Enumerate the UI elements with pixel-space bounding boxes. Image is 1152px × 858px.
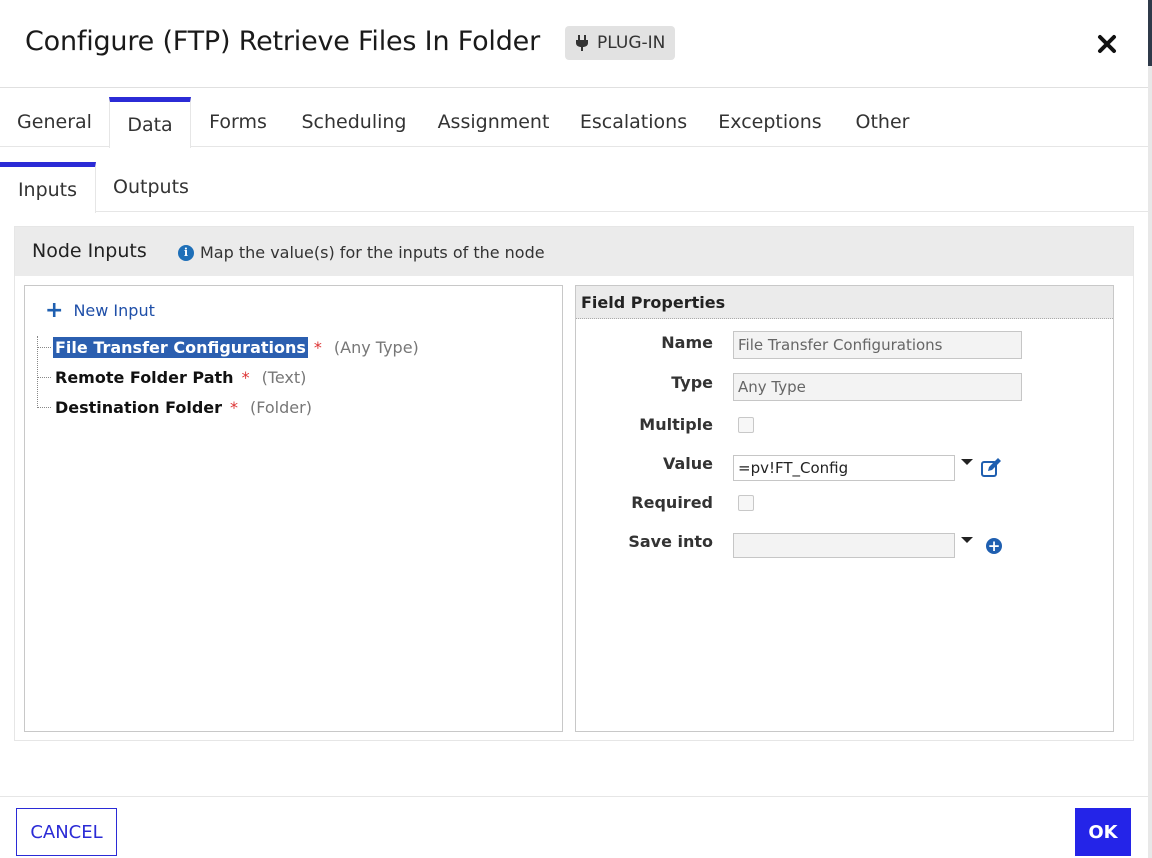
tab-other[interactable]: Other: [837, 97, 928, 147]
sub-tabs: Inputs Outputs: [0, 162, 1148, 213]
multiple-label: Multiple: [639, 415, 713, 434]
close-icon[interactable]: [1095, 32, 1119, 56]
plugin-badge: PLUG-IN: [565, 26, 676, 60]
tree-item-type: (Any Type): [333, 338, 419, 357]
tree-item-name[interactable]: File Transfer Configurations: [53, 337, 308, 358]
node-inputs-panel: Node Inputs i Map the value(s) for the i…: [14, 226, 1134, 741]
panel-info-text: Map the value(s) for the inputs of the n…: [200, 243, 545, 262]
multiple-checkbox[interactable]: [738, 417, 754, 433]
dialog-footer: CANCEL OK: [0, 796, 1148, 858]
required-marker: *: [241, 368, 250, 387]
tree-item-name[interactable]: Destination Folder: [53, 397, 224, 418]
field-properties-header: Field Properties: [576, 286, 1113, 319]
save-into-label: Save into: [628, 532, 713, 551]
subtab-outputs[interactable]: Outputs: [96, 162, 206, 212]
required-label: Required: [631, 493, 713, 512]
tab-scheduling[interactable]: Scheduling: [285, 97, 423, 147]
required-checkbox[interactable]: [738, 495, 754, 511]
new-input-label: New Input: [73, 301, 155, 320]
tab-exceptions[interactable]: Exceptions: [703, 97, 837, 147]
tab-data[interactable]: Data: [109, 97, 191, 148]
ok-button[interactable]: OK: [1075, 808, 1131, 856]
inputs-tree: + New Input File Transfer Configurations…: [24, 285, 563, 732]
tree-item-type: (Text): [261, 368, 307, 387]
cancel-button[interactable]: CANCEL: [16, 808, 117, 856]
new-input-button[interactable]: + New Input: [45, 297, 155, 323]
window-edge-mark: [1148, 0, 1152, 66]
tab-assignment[interactable]: Assignment: [423, 97, 564, 147]
panel-info: i Map the value(s) for the inputs of the…: [178, 243, 545, 262]
required-marker: *: [313, 338, 322, 357]
tree-item[interactable]: File Transfer Configurations * (Any Type…: [37, 337, 419, 358]
tree-item-type: (Folder): [250, 398, 312, 417]
required-marker: *: [230, 398, 239, 417]
add-circle-icon[interactable]: +: [986, 538, 1002, 554]
info-icon: i: [178, 244, 194, 261]
type-field[interactable]: Any Type: [733, 373, 1022, 401]
tree-branch: [37, 377, 51, 378]
dialog-header: Configure (FTP) Retrieve Files In Folder…: [0, 0, 1148, 88]
dialog-title: Configure (FTP) Retrieve Files In Folder: [25, 26, 540, 57]
tree-branch: [37, 407, 51, 408]
plus-icon: +: [45, 297, 64, 323]
panel-title: Node Inputs: [32, 240, 147, 262]
tab-general[interactable]: General: [0, 97, 109, 147]
plugin-badge-label: PLUG-IN: [597, 33, 666, 53]
plug-icon: [576, 35, 588, 51]
tab-escalations[interactable]: Escalations: [564, 97, 703, 147]
panel-header: Node Inputs i Map the value(s) for the i…: [15, 227, 1133, 276]
window-edge: [1148, 0, 1152, 858]
save-into-field[interactable]: [733, 533, 955, 558]
value-label: Value: [662, 454, 713, 473]
main-tabs: General Data Forms Scheduling Assignment…: [0, 97, 1148, 148]
tree-item-name[interactable]: Remote Folder Path: [53, 367, 236, 388]
field-properties-title: Field Properties: [581, 293, 726, 312]
tree-item[interactable]: Remote Folder Path * (Text): [37, 367, 306, 388]
tab-forms[interactable]: Forms: [191, 97, 285, 147]
save-into-dropdown-icon[interactable]: [961, 537, 973, 543]
tree-item[interactable]: Destination Folder * (Folder): [37, 397, 312, 418]
configure-dialog: Configure (FTP) Retrieve Files In Folder…: [0, 0, 1148, 858]
name-label: Name: [661, 333, 713, 352]
edit-expression-icon[interactable]: [981, 458, 1003, 478]
type-label: Type: [671, 373, 713, 392]
value-dropdown-icon[interactable]: [961, 459, 973, 465]
field-properties-panel: Field Properties Name File Transfer Conf…: [575, 285, 1114, 732]
tree-branch: [37, 347, 51, 348]
value-field[interactable]: =pv!FT_Config: [733, 455, 955, 481]
subtab-inputs[interactable]: Inputs: [0, 162, 96, 213]
name-field[interactable]: File Transfer Configurations: [733, 331, 1022, 359]
